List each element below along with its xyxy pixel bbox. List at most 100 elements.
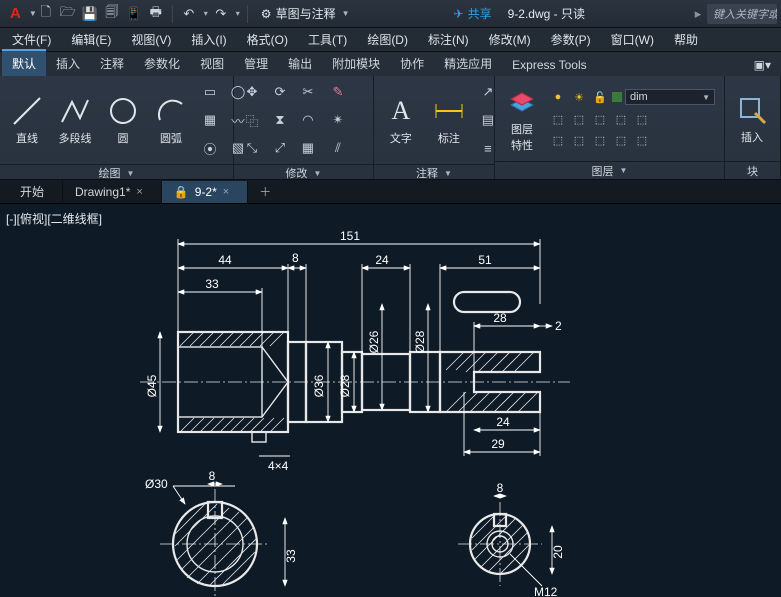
- layer-tool-icon[interactable]: ⬚: [633, 110, 651, 128]
- tab-output[interactable]: 输出: [278, 49, 322, 76]
- stretch-icon[interactable]: ⤡: [240, 136, 264, 160]
- undo-icon[interactable]: ↶: [180, 5, 198, 23]
- undo-dropdown[interactable]: ▾: [204, 9, 208, 18]
- save-icon[interactable]: 💾: [81, 5, 99, 23]
- circle-button[interactable]: 圆: [102, 92, 144, 148]
- tab-param[interactable]: 参数化: [134, 49, 190, 76]
- layer-tool-icon[interactable]: ⬚: [591, 110, 609, 128]
- title-bar: A ▼ 🗋 🗁 💾 🗐 📱 🖶 ↶ ▾ ↷ ▾ ⚙ 草图与注释 ▼ ✈ 共享 9…: [0, 0, 781, 28]
- menu-file[interactable]: 文件(F): [4, 28, 59, 51]
- menu-modify[interactable]: 修改(M): [481, 28, 539, 51]
- menu-dim[interactable]: 标注(N): [420, 28, 477, 51]
- tab-default[interactable]: 默认: [2, 49, 46, 76]
- rotate-icon[interactable]: ⟳: [268, 80, 292, 104]
- tab-annotate[interactable]: 注释: [90, 49, 134, 76]
- layer-tool-icon[interactable]: ⬚: [612, 131, 630, 149]
- tab-express[interactable]: Express Tools: [502, 52, 596, 76]
- svg-text:20: 20: [551, 545, 565, 559]
- menu-insert[interactable]: 插入(I): [183, 28, 234, 51]
- move-icon[interactable]: ✥: [240, 80, 264, 104]
- layer-tool-icon[interactable]: ⬚: [570, 110, 588, 128]
- layer-combo[interactable]: dim ▼: [625, 89, 715, 105]
- menu-edit[interactable]: 编辑(E): [63, 28, 119, 51]
- tab-insert[interactable]: 插入: [46, 49, 90, 76]
- panel-modify: ✥ ⟳ ✂ ⿻ ⧗ ◠ ⤡ ⤢ ▦ ✎ ✴ ⫽ 修改 ▼: [234, 76, 374, 179]
- explode-icon[interactable]: ✴: [326, 108, 350, 132]
- tab-addons[interactable]: 附加模块: [322, 49, 390, 76]
- layer-tool-icon[interactable]: ⬚: [591, 131, 609, 149]
- svg-text:24: 24: [375, 253, 389, 267]
- line-button[interactable]: 直线: [6, 92, 48, 148]
- layer-tool-icon[interactable]: ⬚: [549, 110, 567, 128]
- array-icon[interactable]: ▦: [296, 136, 320, 160]
- text-button[interactable]: A 文字: [380, 92, 422, 148]
- mirror-icon[interactable]: ⧗: [268, 108, 292, 132]
- tab-collab[interactable]: 协作: [390, 49, 434, 76]
- panel-expand-icon[interactable]: ▼: [126, 169, 134, 178]
- search-input[interactable]: 键入关键字或: [707, 4, 777, 24]
- doctab-9-2[interactable]: 🔒9-2*×: [162, 181, 248, 203]
- trim-icon[interactable]: ✂: [296, 80, 320, 104]
- tab-manage[interactable]: 管理: [234, 49, 278, 76]
- svg-text:151: 151: [340, 229, 360, 243]
- new-icon[interactable]: 🗋: [37, 5, 55, 23]
- svg-text:Ø28: Ø28: [338, 374, 352, 397]
- svg-text:8: 8: [209, 469, 216, 483]
- layer-tool-icon[interactable]: ⬚: [549, 131, 567, 149]
- hatch-icon[interactable]: ▦: [198, 108, 222, 132]
- close-icon[interactable]: ×: [136, 186, 142, 198]
- doctab-drawing1[interactable]: Drawing1* ×: [63, 181, 162, 203]
- plot-icon[interactable]: 🖶: [147, 5, 165, 23]
- rect-icon[interactable]: ▭: [198, 80, 222, 104]
- fillet-icon[interactable]: ◠: [296, 108, 320, 132]
- layer-props-button[interactable]: 图层 特性: [501, 83, 543, 155]
- panel-modify-title: 修改: [285, 165, 307, 181]
- redo-dropdown[interactable]: ▾: [236, 9, 240, 18]
- menu-format[interactable]: 格式(O): [239, 28, 296, 51]
- layer-tool-icon[interactable]: ⬚: [570, 131, 588, 149]
- tab-add-button[interactable]: ＋: [254, 181, 276, 203]
- menu-param[interactable]: 参数(P): [543, 28, 599, 51]
- web-icon[interactable]: 📱: [125, 5, 143, 23]
- block-insert-button[interactable]: 插入: [731, 91, 773, 147]
- panel-expand-icon[interactable]: ▼: [444, 169, 452, 178]
- panel-expand-icon[interactable]: ▼: [620, 166, 628, 175]
- menu-view[interactable]: 视图(V): [123, 28, 179, 51]
- share-button[interactable]: ✈ 共享: [454, 5, 492, 22]
- arc-button[interactable]: 圆弧: [150, 92, 192, 148]
- point-icon[interactable]: ⦿: [198, 136, 222, 160]
- open-icon[interactable]: 🗁: [59, 5, 77, 23]
- copy-icon[interactable]: ⿻: [240, 108, 264, 132]
- erase-icon[interactable]: ✎: [326, 80, 350, 104]
- menu-window[interactable]: 窗口(W): [603, 28, 662, 51]
- close-icon[interactable]: ×: [223, 186, 229, 198]
- arc-label: 圆弧: [160, 130, 182, 146]
- pline-button[interactable]: 多段线: [54, 92, 96, 148]
- offset-icon[interactable]: ⫽: [326, 136, 350, 160]
- menu-draw[interactable]: 绘图(D): [359, 28, 416, 51]
- app-logo[interactable]: A: [4, 5, 27, 22]
- menu-tools[interactable]: 工具(T): [300, 28, 355, 51]
- menu-help[interactable]: 帮助: [666, 28, 706, 51]
- dim-button[interactable]: 标注: [428, 92, 470, 148]
- panel-expand-icon[interactable]: ▼: [313, 169, 321, 178]
- workspace-selector[interactable]: ⚙ 草图与注释 ▼: [261, 5, 350, 22]
- scale-icon[interactable]: ⤢: [268, 136, 292, 160]
- layer-tool-icon[interactable]: ⬚: [612, 110, 630, 128]
- tab-apps[interactable]: 精选应用: [434, 49, 502, 76]
- saveas-icon[interactable]: 🗐: [103, 5, 121, 23]
- drawing-canvas[interactable]: [-][俯视][二维线框]: [0, 204, 781, 597]
- pline-label: 多段线: [59, 130, 92, 146]
- svg-text:8: 8: [292, 251, 299, 265]
- svg-text:Ø45: Ø45: [145, 374, 159, 397]
- layer-combo-value: dim: [630, 91, 648, 103]
- panel-block-title: 块: [747, 163, 758, 179]
- doctab-start[interactable]: 开始: [8, 179, 63, 204]
- tab-view[interactable]: 视图: [190, 49, 234, 76]
- app-menu-dropdown[interactable]: ▼: [29, 9, 37, 18]
- circle-label: 圆: [118, 130, 129, 146]
- doctab-label: Drawing1*: [75, 185, 130, 199]
- layer-tool-icon[interactable]: ⬚: [633, 131, 651, 149]
- redo-icon[interactable]: ↷: [212, 5, 230, 23]
- ribbon-expand-icon[interactable]: ▣▾: [744, 52, 781, 76]
